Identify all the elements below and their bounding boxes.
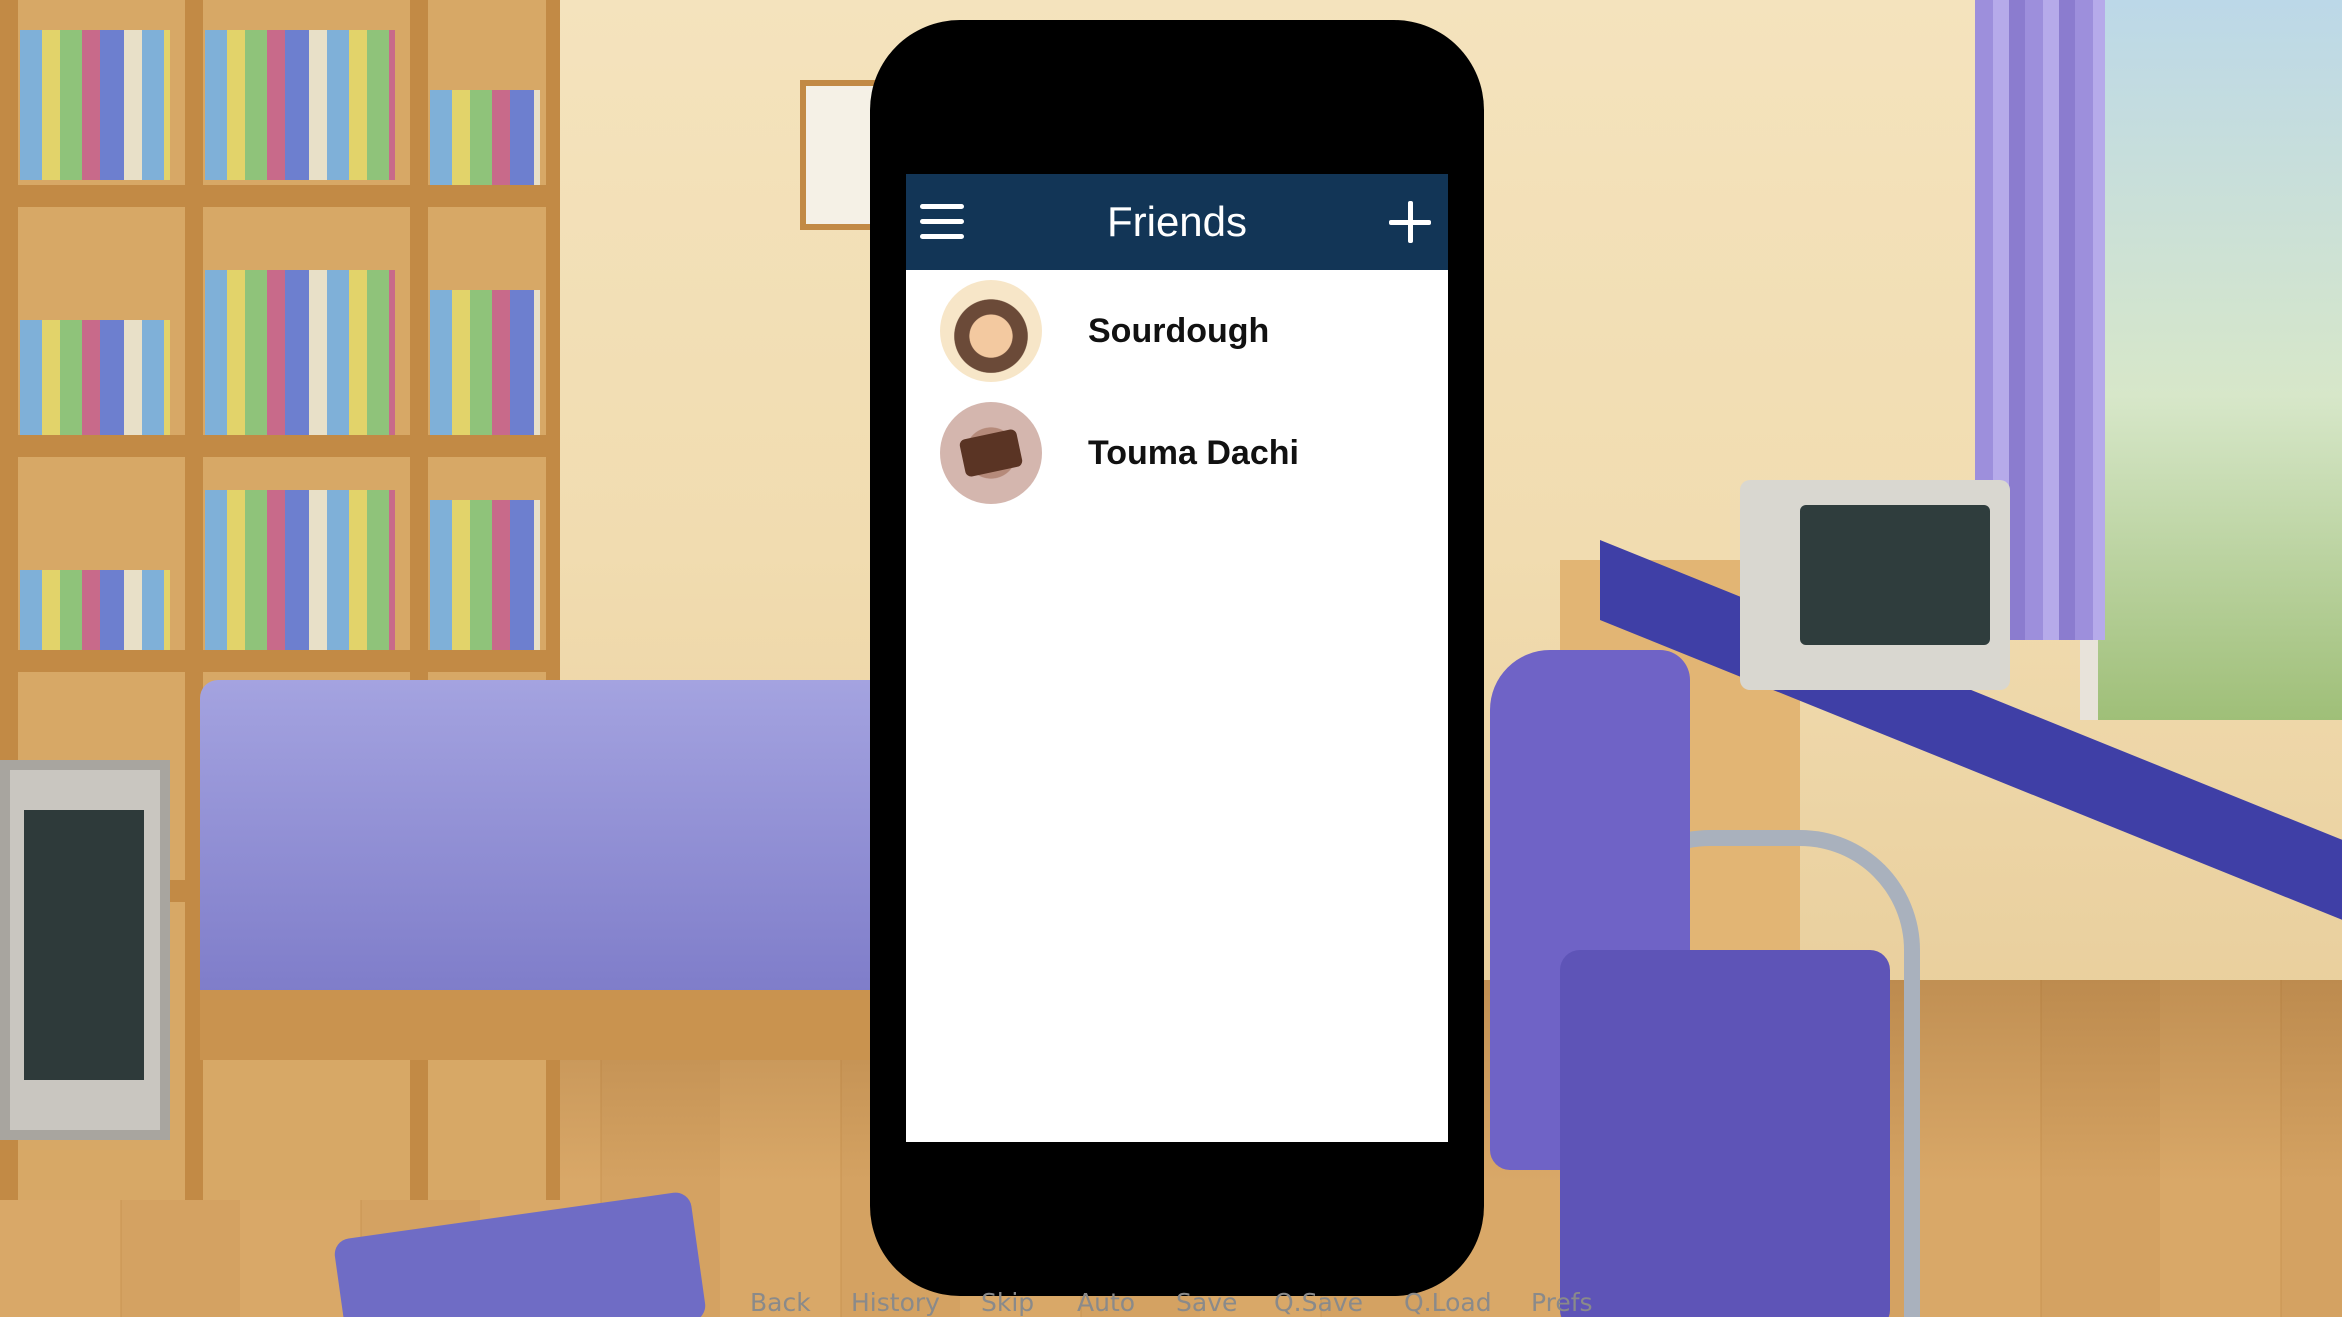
friend-name: Touma Dachi (1088, 434, 1299, 472)
books (430, 290, 540, 435)
quick-menu-prefs[interactable]: Prefs (1531, 1288, 1593, 1317)
desk-chair (1470, 650, 1940, 1317)
books (20, 30, 170, 180)
books (205, 270, 395, 435)
quick-menu-save[interactable]: Save (1176, 1288, 1237, 1317)
plus-icon[interactable] (1388, 200, 1432, 244)
friend-row-touma-dachi[interactable]: Touma Dachi (906, 392, 1448, 514)
quick-menu-qload[interactable]: Q.Load (1404, 1288, 1492, 1317)
hamburger-menu-icon[interactable] (920, 204, 964, 240)
phone-screen: Friends Sourdough Touma Dachi (906, 174, 1448, 1142)
quick-menu-auto[interactable]: Auto (1077, 1288, 1135, 1317)
television (0, 760, 170, 1140)
books (20, 570, 170, 650)
quick-menu-back[interactable]: Back (750, 1288, 811, 1317)
books (430, 500, 540, 650)
quick-menu-qsave[interactable]: Q.Save (1274, 1288, 1363, 1317)
window (2080, 0, 2342, 720)
quick-menu: Back History Skip Auto Save Q.Save Q.Loa… (0, 1288, 2342, 1317)
quick-menu-history[interactable]: History (851, 1288, 940, 1317)
books (20, 320, 170, 435)
books (430, 90, 540, 185)
books (205, 490, 395, 650)
books (205, 30, 395, 180)
app-header: Friends (906, 174, 1448, 270)
sourdough-avatar (940, 280, 1042, 382)
page-title: Friends (1106, 198, 1248, 245)
touma-dachi-avatar (940, 402, 1042, 504)
friend-name: Sourdough (1088, 312, 1270, 350)
quick-menu-skip[interactable]: Skip (981, 1288, 1034, 1317)
friend-row-sourdough[interactable]: Sourdough (906, 270, 1448, 392)
bed (200, 680, 900, 1000)
wall-picture-frame (800, 80, 880, 230)
